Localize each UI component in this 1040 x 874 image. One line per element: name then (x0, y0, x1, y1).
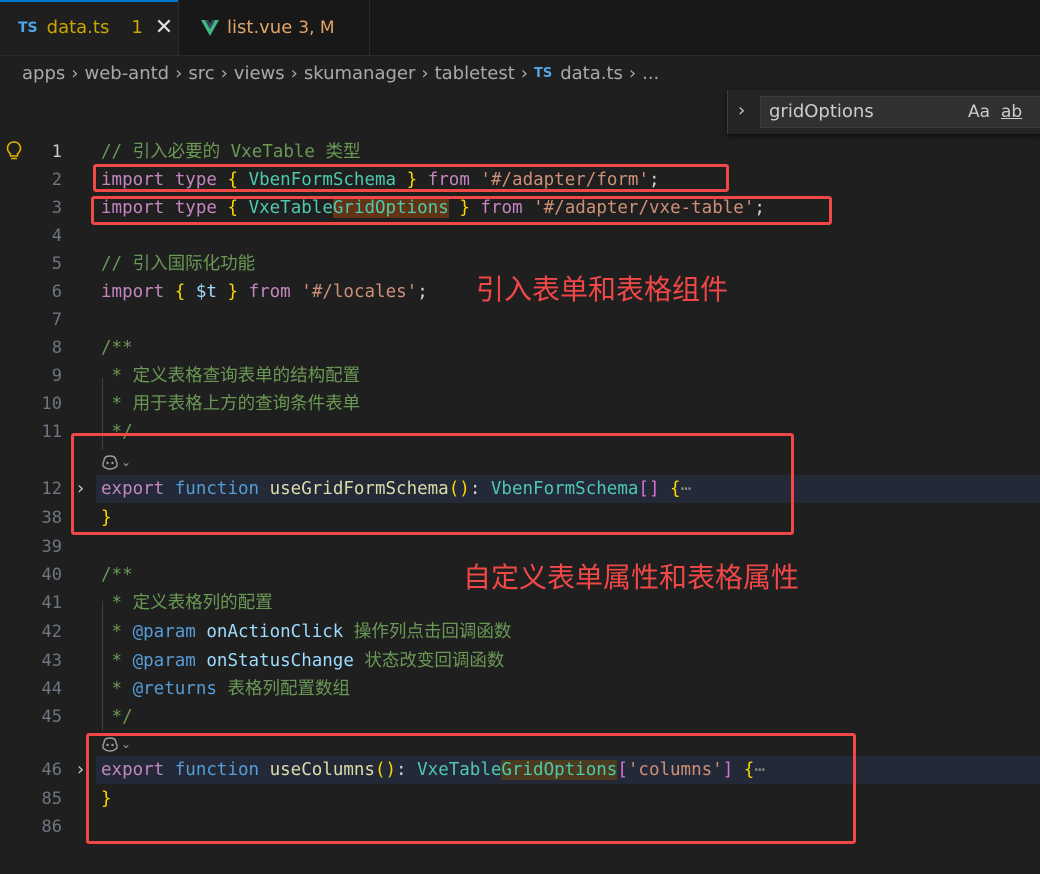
jsdoc-param: * @param onStatusChange 状态改变回调函数 (101, 651, 505, 671)
line-number: 12 (41, 479, 62, 499)
chevron-right-icon: › (220, 62, 228, 84)
line-number: 4 (51, 226, 62, 246)
chevron-right-icon: › (520, 62, 528, 84)
modified-status-badge: 3, M (298, 17, 335, 38)
line-number: 45 (41, 707, 62, 727)
find-widget: › gridOptions Aa ab (727, 90, 1040, 134)
annotation-custom-note: 自定义表单属性和表格属性 (463, 561, 800, 594)
code-line: 4 (0, 222, 1040, 250)
editor-tab-bar: TS data.ts 1 ✕ list.vue 3, M (0, 0, 1040, 56)
line-number: 42 (41, 622, 62, 642)
code-line: 10 * 用于表格上方的查询条件表单 (0, 390, 1040, 418)
annotation-import-note: 引入表单和表格组件 (476, 273, 729, 306)
annotation-box-form-schema (71, 433, 794, 535)
code-line: 44 * @returns 表格列配置数组 (0, 675, 1040, 703)
breadcrumb-item[interactable]: views (234, 63, 285, 84)
breadcrumb-item[interactable]: tabletest (435, 63, 515, 84)
whole-word-toggle[interactable]: ab (1001, 102, 1022, 122)
match-case-toggle[interactable]: Aa (968, 102, 990, 122)
code-line: 45 */ (0, 703, 1040, 731)
breadcrumb-file[interactable]: data.ts (560, 63, 623, 84)
line-number: 86 (41, 817, 62, 837)
line-number: 3 (51, 198, 62, 218)
comment: */ (101, 707, 133, 727)
comment: /** (101, 338, 133, 358)
chevron-right-icon: › (421, 62, 429, 84)
line-number: 41 (41, 593, 62, 613)
find-input[interactable]: gridOptions (760, 96, 1040, 128)
line-number: 1 (51, 142, 62, 162)
code-line: 8 /** (0, 334, 1040, 362)
close-icon[interactable]: ✕ (155, 15, 173, 40)
line-number: 9 (51, 366, 62, 386)
line-number: 38 (41, 508, 62, 528)
annotation-box-import-form (93, 164, 729, 192)
comment: * 定义表格查询表单的结构配置 (101, 366, 361, 386)
comment: * 用于表格上方的查询条件表单 (101, 394, 361, 414)
line-number: 6 (51, 282, 62, 302)
breadcrumb-item[interactable]: web-antd (84, 63, 169, 84)
comment: /** (101, 565, 133, 585)
line-number: 10 (41, 394, 62, 414)
tab-label: list.vue (227, 17, 293, 38)
breadcrumb-item[interactable]: skumanager (304, 63, 416, 84)
annotation-box-columns (86, 733, 856, 844)
comment: // 引入必要的 VxeTable 类型 (101, 142, 361, 162)
breadcrumb: apps › web-antd › src › views › skumanager › … (22, 61, 659, 85)
comment: * 定义表格列的配置 (101, 593, 273, 613)
line-number: 40 (41, 565, 62, 585)
line-number: 39 (41, 537, 62, 557)
vue-file-icon (201, 19, 219, 36)
code-line: 9 * 定义表格查询表单的结构配置 (0, 362, 1040, 390)
code-line: 1 // 引入必要的 VxeTable 类型 (0, 138, 1040, 166)
line-number: 2 (51, 170, 62, 190)
line-number: 7 (51, 310, 62, 330)
line-number: 8 (51, 338, 62, 358)
jsdoc-returns: * @returns 表格列配置数组 (101, 679, 350, 699)
tab-list-vue[interactable]: list.vue 3, M (179, 0, 370, 55)
fold-chevron-icon[interactable]: › (77, 756, 84, 784)
chevron-right-icon: › (175, 62, 183, 84)
code-line: 42 * @param onActionClick 操作列点击回调函数 (0, 618, 1040, 646)
jsdoc-param: * @param onActionClick 操作列点击回调函数 (101, 622, 512, 642)
toggle-replace-chevron-icon[interactable]: › (738, 100, 745, 121)
chevron-right-icon: › (71, 62, 79, 84)
breadcrumb-item[interactable]: apps (22, 63, 65, 84)
typescript-file-icon: TS (533, 65, 553, 81)
tab-label: data.ts (46, 17, 110, 38)
problem-count-badge: 1 (131, 17, 143, 38)
typescript-file-icon: TS (18, 19, 38, 36)
line-number: 44 (41, 679, 62, 699)
breadcrumb-more[interactable]: ... (642, 63, 659, 84)
tab-data-ts[interactable]: TS data.ts 1 ✕ (0, 0, 179, 55)
chevron-right-icon: › (290, 62, 298, 84)
breadcrumb-item[interactable]: src (188, 63, 214, 84)
code-line: 43 * @param onStatusChange 状态改变回调函数 (0, 647, 1040, 675)
import-statement: import { $t } from '#/locales'; (101, 282, 428, 302)
comment: // 引入国际化功能 (101, 254, 256, 274)
chevron-right-icon: › (628, 62, 637, 84)
annotation-box-import-table (91, 196, 832, 225)
code-line: 7 (0, 306, 1040, 334)
line-number: 5 (51, 254, 62, 274)
line-number: 11 (41, 422, 62, 442)
line-number: 85 (41, 789, 62, 809)
line-number: 46 (41, 760, 62, 780)
line-number: 43 (41, 651, 62, 671)
